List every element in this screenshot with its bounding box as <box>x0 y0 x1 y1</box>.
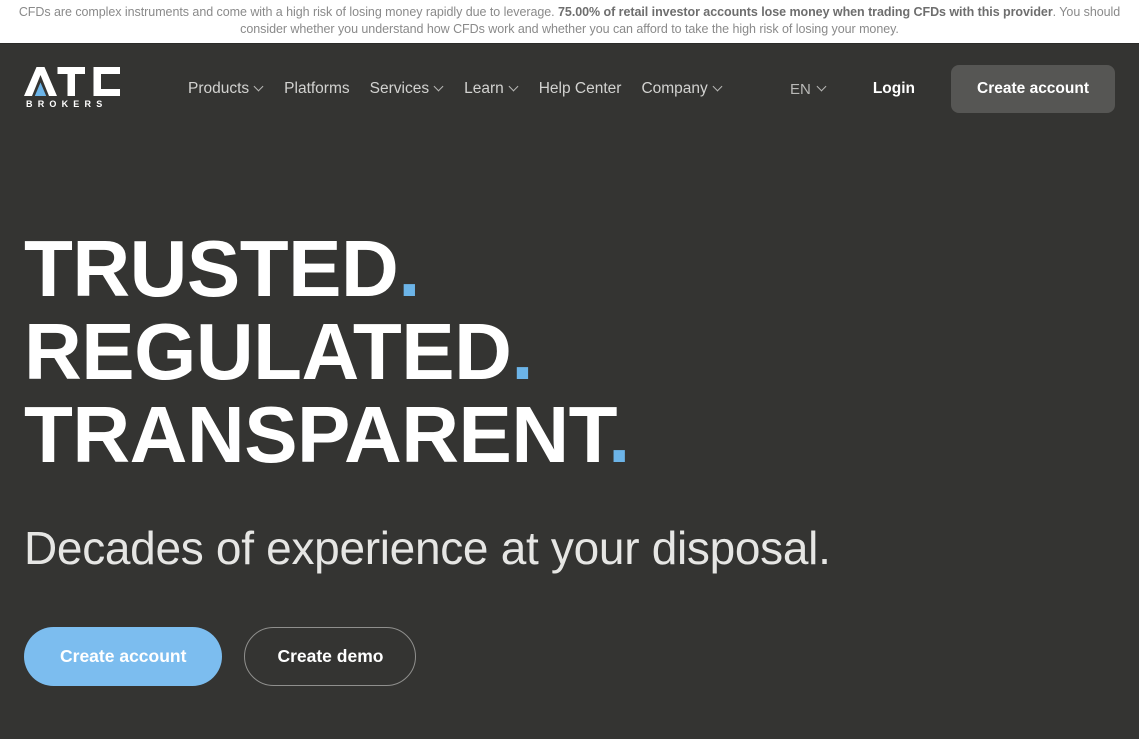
hero-create-demo-button[interactable]: Create demo <box>244 627 417 686</box>
hero-content: TRUSTED. REGULATED. TRANSPARENT. Decades… <box>0 134 1139 686</box>
hero-subheadline: Decades of experience at your disposal. <box>24 522 831 574</box>
site-header: BROKERS Products Platforms Services Lear… <box>0 44 1139 134</box>
language-selector-label: EN <box>789 80 811 98</box>
login-link[interactable]: Login <box>861 74 927 104</box>
main-navigation: Products Platforms Services Learn Help C… <box>178 74 733 104</box>
headline-word: TRANSPARENT <box>24 390 609 479</box>
language-selector[interactable]: EN <box>780 75 837 104</box>
chevron-down-icon <box>435 83 444 92</box>
nav-item-services[interactable]: Services <box>360 74 454 104</box>
nav-item-help-center[interactable]: Help Center <box>529 74 632 104</box>
risk-disclaimer-part1: CFDs are complex instruments and come wi… <box>18 5 559 19</box>
chevron-down-icon <box>714 83 723 92</box>
hero-create-account-button[interactable]: Create account <box>24 627 223 686</box>
headline-word: REGULATED <box>24 307 512 396</box>
header-actions: EN Login Create account <box>780 65 1115 113</box>
atc-brokers-logo[interactable]: BROKERS <box>24 67 120 109</box>
logo-subtitle: BROKERS <box>26 99 108 109</box>
nav-item-products[interactable]: Products <box>178 74 274 104</box>
nav-item-label: Platforms <box>284 80 350 97</box>
nav-item-company[interactable]: Company <box>631 74 732 104</box>
logo-mark-icon <box>24 67 120 96</box>
accent-dot: . <box>608 390 630 479</box>
nav-item-label: Help Center <box>538 80 622 97</box>
nav-item-learn[interactable]: Learn <box>454 74 529 104</box>
headline-line-1: TRUSTED. <box>24 227 1139 310</box>
chevron-down-icon <box>818 83 827 92</box>
hero-cta-row: Create account Create demo <box>24 627 1139 686</box>
nav-item-platforms[interactable]: Platforms <box>274 74 359 104</box>
nav-item-label: Company <box>641 80 708 97</box>
risk-disclaimer: CFDs are complex instruments and come wi… <box>0 0 1139 43</box>
headline-line-2: REGULATED. <box>24 310 1139 393</box>
accent-dot: . <box>398 224 421 313</box>
chevron-down-icon <box>255 83 264 92</box>
nav-item-label: Learn <box>464 80 504 97</box>
accent-dot: . <box>511 307 534 396</box>
hero-section: BROKERS Products Platforms Services Lear… <box>0 43 1139 739</box>
headline-line-3: TRANSPARENT. <box>24 393 1139 476</box>
headline-word: TRUSTED <box>24 224 399 313</box>
chevron-down-icon <box>510 83 519 92</box>
header-create-account-button[interactable]: Create account <box>951 65 1115 113</box>
nav-item-label: Products <box>188 80 250 97</box>
risk-disclaimer-highlight: 75.00% of retail investor accounts lose … <box>558 5 1053 19</box>
nav-item-label: Services <box>369 80 430 97</box>
